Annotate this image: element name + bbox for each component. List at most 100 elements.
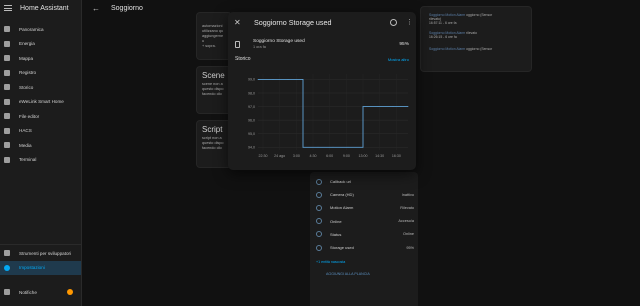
sidebar-item-label: eWeLink Smart Home [19, 99, 64, 105]
history-title: Storico [235, 56, 251, 62]
entity-last-changed: 1 ora fa [253, 45, 266, 49]
page-title: Soggiorno [111, 4, 143, 12]
automations-text-3: aggiungerne u [202, 34, 224, 43]
scenes-card: Scene scene non a questo dispo facendo c… [196, 66, 232, 114]
sidebar-item-terminal[interactable]: Terminal [0, 153, 81, 168]
entity-row-camera-hd[interactable]: Camera (HD) Inattivo [310, 188, 418, 201]
automations-text-1: automazioni [202, 24, 223, 28]
sidebar-item-label: Impostazioni [19, 265, 45, 271]
entity-row-callback-url[interactable]: Callback url [310, 175, 418, 188]
entity-value: Acceso/a [398, 219, 414, 224]
sidebar-item-label: Media [19, 142, 32, 148]
y-tick-label: 96,0 [248, 118, 255, 122]
dialog-title: Soggiorno Storage used [254, 17, 332, 27]
dialog-header: ✕ Soggiorno Storage used ⋮ [228, 12, 416, 32]
media-icon [4, 142, 10, 149]
log-time: 16:57:11 - 6 ore fa [429, 21, 457, 26]
sidebar-item-label: Energia [19, 41, 35, 47]
sidebar-item-energia[interactable]: Energia [0, 37, 81, 52]
gear-icon[interactable] [390, 18, 397, 26]
entity-label: Online [330, 218, 342, 224]
logbook-card: Soggiorno Motion Alarm oggiorno (Sensor … [420, 6, 532, 72]
menu-icon[interactable] [4, 5, 12, 11]
x-tick-label: 3:00 [293, 154, 300, 158]
bell-icon [4, 289, 10, 296]
sidebar-item-label: Mappa [19, 55, 34, 61]
data-point [407, 106, 409, 107]
map-icon [4, 55, 10, 62]
scripts-card: Script script non a questo dispo facendo… [196, 120, 232, 168]
sidebar-item-label: Storico [19, 84, 34, 90]
entity-label: Storage used [330, 245, 354, 251]
sidebar-item-media[interactable]: Media [0, 138, 81, 153]
entity-state-value: 95% [399, 41, 409, 47]
log-entry: Soggiorno Motion Alarm oggiorno (Sensor [429, 47, 525, 51]
sidebar-item-mappa[interactable]: Mappa [0, 51, 81, 66]
settings-icon [4, 264, 10, 271]
entity-label: Callback url [330, 179, 351, 185]
log-text: oggiorno (Sensor [466, 13, 493, 17]
scenes-title: Scene [202, 71, 225, 80]
sd-card-icon [235, 40, 240, 48]
sidebar-item-hacs[interactable]: HACS [0, 124, 81, 139]
sidebar-item-file-editor[interactable]: File editor [0, 109, 81, 124]
sidebar-header: Home Assistant [0, 0, 81, 16]
more-info-dialog: ✕ Soggiorno Storage used ⋮ Soggiorno Sto… [228, 12, 416, 170]
x-tick-label: 9:00 [343, 154, 350, 158]
hidden-entities-link[interactable]: +1 entità nascosta [310, 254, 418, 264]
scripts-text-3: facendo clic [202, 146, 223, 150]
add-to-dashboard-button[interactable]: AGGIUNGI ALLA PLANCIA [310, 264, 418, 276]
data-point [287, 79, 289, 80]
entity-name: Soggiorno Storage used [253, 39, 305, 44]
data-point [272, 79, 274, 80]
data-point [332, 146, 334, 148]
sidebar-divider [0, 244, 81, 245]
sidebar-item-label: HACS [19, 128, 32, 134]
show-more-link[interactable]: Mostra altro [388, 57, 409, 62]
energy-icon [4, 40, 10, 47]
entity-row-motion-alarm[interactable]: Motion Alarm Rilevato [310, 201, 418, 214]
entity-row-status[interactable]: Status Online [310, 228, 418, 241]
history-section-header: Storico Mostra altro [228, 54, 416, 64]
entity-value: Inattivo [401, 192, 414, 197]
entity-row-storage-used[interactable]: Storage used 95% [310, 241, 418, 254]
sidebar-item-developer-tools[interactable]: Strumenti per sviluppatori [0, 246, 81, 261]
log-text: rilevato [466, 30, 478, 35]
sd-card-icon [316, 244, 322, 251]
sidebar-item-label: Registro [19, 70, 37, 76]
back-arrow-icon[interactable]: ← [92, 4, 100, 13]
log-time: 16:26:15 - 6 ore fa [429, 34, 457, 39]
entity-label: Status [330, 231, 342, 237]
sidebar-item-storico[interactable]: Storico [0, 80, 81, 95]
entity-row-online[interactable]: Online Acceso/a [310, 215, 418, 228]
series-line [258, 78, 408, 148]
history-icon [4, 84, 10, 91]
sidebar-item-settings[interactable]: Impostazioni [0, 260, 81, 275]
data-point [377, 106, 379, 107]
hacs-icon [4, 127, 10, 134]
entity-label: Camera (HD) [330, 192, 354, 198]
log-text: oggiorno (Sensor [466, 47, 493, 52]
sidebar-item-ewelink[interactable]: eWeLink Smart Home [0, 95, 81, 110]
logbook-icon [4, 69, 10, 76]
automations-text-4: + sopra. [202, 44, 216, 48]
log-entity-link[interactable]: Soggiorno Motion Alarm [429, 47, 465, 51]
entity-value: Rilevato [400, 205, 414, 210]
dashboard-icon [4, 26, 10, 33]
sidebar-item-registro[interactable]: Registro [0, 66, 81, 81]
more-vert-icon[interactable]: ⋮ [406, 18, 413, 26]
sidebar: Home Assistant Panoramica Energia Mappa … [0, 0, 82, 306]
data-point [317, 146, 319, 148]
data-point [362, 106, 364, 107]
data-point [347, 146, 349, 148]
sidebar-item-label: Notifiche [19, 289, 37, 295]
developer-tools-icon [4, 250, 10, 257]
close-icon[interactable]: ✕ [234, 18, 244, 27]
status-icon [316, 231, 322, 238]
y-tick-label: 98,0 [248, 91, 255, 95]
sidebar-item-notifications[interactable]: Notifiche [0, 285, 81, 300]
sidebar-item-label: Panoramica [19, 26, 44, 32]
sidebar-item-panoramica[interactable]: Panoramica [0, 22, 81, 37]
sidebar-nav: Panoramica Energia Mappa Registro Storic… [0, 22, 81, 167]
scripts-title: Script [202, 125, 223, 134]
